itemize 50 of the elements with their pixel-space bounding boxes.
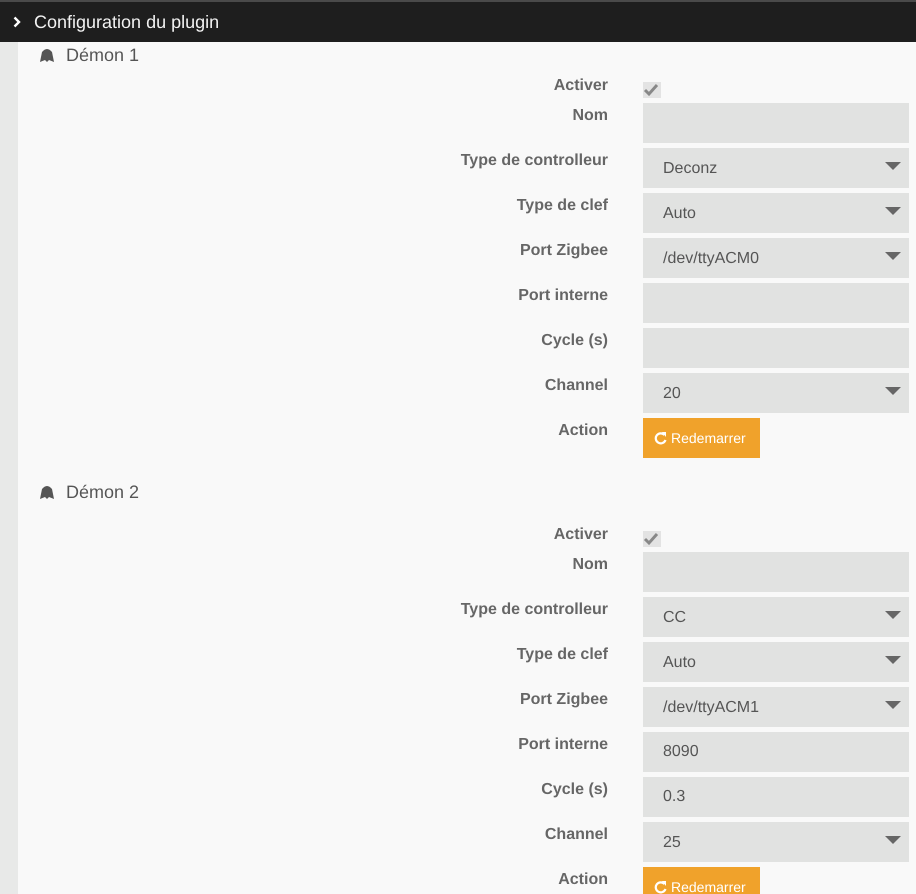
field-label: Cycle (s): [540, 331, 608, 351]
chevron-right-icon: [13, 16, 21, 28]
field-label: Type de controlleur: [460, 151, 608, 171]
field-label: Port Zigbee: [518, 241, 608, 261]
field-label: Activer: [552, 526, 608, 545]
dropdown[interactable]: Auto: [643, 193, 909, 233]
input-field[interactable]: 0.3: [643, 777, 909, 817]
caret-icon: [885, 611, 901, 619]
caret-icon: [885, 701, 901, 709]
section-title: Démon 1: [66, 44, 140, 66]
field-label: Activer: [552, 77, 608, 96]
caret-icon: [885, 207, 901, 215]
caret-icon: [885, 656, 901, 664]
field-label: Type de clef: [516, 645, 608, 665]
dropdown[interactable]: CC: [643, 597, 909, 637]
dropdown[interactable]: Auto: [643, 642, 909, 682]
caret-icon: [885, 387, 901, 395]
input-field[interactable]: 8090: [643, 732, 909, 772]
checkbox[interactable]: [643, 82, 661, 98]
refresh-icon: [653, 431, 667, 445]
field-label: Port Zigbee: [518, 690, 608, 710]
dropdown[interactable]: 20: [643, 373, 909, 413]
caret-icon: [885, 162, 901, 170]
panel-title: Configuration du plugin: [34, 12, 220, 32]
field-label: Type de controlleur: [460, 600, 608, 620]
field-label: Nom: [571, 555, 608, 575]
dropdown[interactable]: /dev/ttyACM1: [643, 687, 909, 727]
section-title: Démon 2: [66, 482, 140, 502]
field-label: Channel: [544, 376, 608, 396]
field-label: Port interne: [517, 286, 608, 306]
dropdown[interactable]: /dev/ttyACM0: [643, 238, 909, 278]
field-label: Cycle (s): [540, 780, 608, 800]
dropdown[interactable]: Deconz: [643, 148, 909, 188]
input-field[interactable]: [643, 328, 909, 368]
input-field[interactable]: [643, 552, 909, 592]
refresh-icon: [653, 880, 667, 894]
checkbox[interactable]: [643, 531, 661, 547]
dropdown[interactable]: 25: [643, 822, 909, 862]
field-label: Nom: [571, 106, 608, 126]
helmet-icon: [40, 486, 54, 498]
helmet-icon: [40, 48, 54, 62]
input-field[interactable]: [643, 283, 909, 323]
field-label: Action: [557, 421, 608, 441]
field-label: Port interne: [517, 735, 608, 755]
caret-icon: [885, 252, 901, 260]
field-label: Type de clef: [516, 196, 608, 216]
field-label: Action: [557, 870, 608, 890]
input-field[interactable]: [643, 103, 909, 143]
caret-icon: [885, 836, 901, 844]
field-label: Channel: [544, 825, 608, 845]
